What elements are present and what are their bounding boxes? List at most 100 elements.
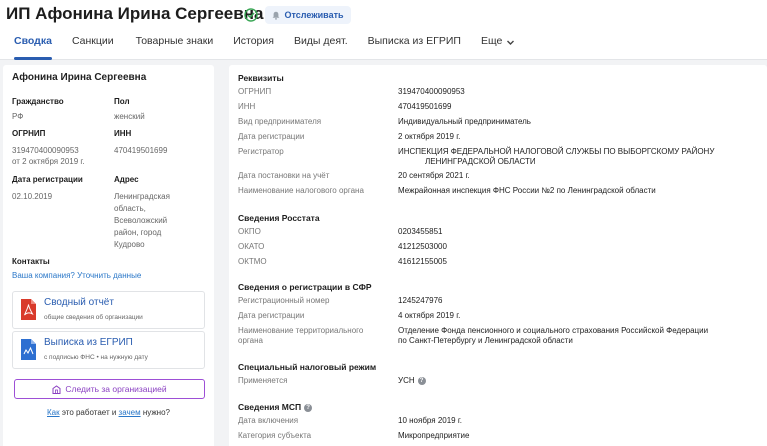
address-line: район, город	[114, 228, 162, 237]
how-text-end: нужно?	[140, 408, 170, 417]
tab-label: Санкции	[71, 35, 114, 47]
tab-summary[interactable]: Сводка	[14, 32, 52, 60]
ogrnip-value: 319470400090953	[398, 87, 465, 96]
address-label: Адрес	[114, 175, 139, 184]
ogrnip-date: от 2 октября 2019 г.	[12, 157, 85, 166]
sfr-authority-value-line2: по Санкт-Петербургу и Ленинградской обла…	[398, 336, 573, 345]
address-line: область,	[114, 204, 146, 213]
registration-date-value: 2 октября 2019 г.	[398, 132, 461, 141]
page-header: ИП Афонина Ирина Сергеевна Отслеживать С…	[0, 0, 767, 60]
summary-report-subtitle: общие сведения об организации	[44, 314, 143, 321]
clarify-data-link[interactable]: Ваша компания? Уточнить данные	[12, 271, 141, 280]
sfr-date-value: 4 октября 2019 г.	[398, 311, 461, 320]
bell-icon	[273, 11, 280, 20]
tax-regime-value: УСН	[398, 376, 415, 385]
page-title: ИП Афонина Ирина Сергеевна	[6, 4, 264, 23]
contacts-label: Контакты	[12, 257, 50, 266]
msp-title: Сведения МСП	[238, 402, 302, 412]
tab-egrip-extract[interactable]: Выписка из ЕГРИП	[368, 32, 461, 60]
help-icon[interactable]: ?	[304, 403, 313, 412]
msp-category-value: Микропредприятие	[398, 431, 470, 440]
field-label: ОГРНИП	[238, 87, 272, 96]
help-icon[interactable]: ?	[417, 376, 426, 385]
tab-history[interactable]: История	[233, 32, 274, 60]
field-label: ОКТМО	[238, 257, 267, 266]
field-label: Категория субъекта	[238, 431, 312, 440]
tax-authority-value: Межрайонная инспекция ФНС России №2 по Л…	[398, 186, 656, 195]
regdate-value: 02.10.2019	[12, 192, 53, 201]
summary-report-card[interactable]: Сводный отчёт общие сведения об организа…	[12, 291, 205, 329]
tab-label: Выписка из ЕГРИП	[367, 35, 461, 47]
sfr-title: Сведения о регистрации в СФР	[238, 282, 372, 292]
sfr-number-value: 1245247976	[398, 296, 443, 305]
tab-trademarks[interactable]: Товарные знаки	[136, 32, 214, 60]
tab-sanctions[interactable]: Санкции	[72, 32, 114, 60]
field-label: Вид предпринимателя	[238, 117, 322, 126]
msp-title-row: Сведения МСП?	[238, 402, 313, 412]
requisites-title: Реквизиты	[238, 73, 284, 83]
registrar-value: ИНСПЕКЦИЯ ФЕДЕРАЛЬНОЙ НАЛОГОВОЙ СЛУЖБЫ П…	[398, 147, 715, 156]
tax-regime-value-row: УСН?	[398, 376, 426, 386]
how-link[interactable]: Как	[47, 408, 60, 417]
sex-label: Пол	[114, 97, 130, 106]
tab-activities[interactable]: Виды деят.	[294, 32, 348, 60]
field-label: Применяется	[238, 376, 288, 385]
regdate-label: Дата регистрации	[12, 175, 83, 184]
ogrnip-value: 319470400090953	[12, 146, 79, 155]
tab-label: Товарные знаки	[135, 35, 214, 47]
company-card: Афонина Ирина Сергеевна Гражданство РФ П…	[3, 65, 214, 446]
address-line: Кудрово	[114, 240, 145, 249]
sfr-authority-value: Отделение Фонда пенсионного и социальног…	[398, 326, 709, 335]
field-label: Наименование налогового органа	[238, 186, 364, 195]
egrip-extract-subtitle: с подписью ФНС • на нужную дату	[44, 354, 148, 361]
okpo-value: 0203455851	[398, 227, 443, 236]
tab-label: Виды деят.	[293, 35, 348, 47]
tax-regime-title: Специальный налоговый режим	[238, 362, 377, 372]
why-link[interactable]: зачем	[119, 408, 141, 417]
verified-check-icon	[244, 8, 258, 22]
how-it-works-line: Как это работает и зачем нужно?	[3, 408, 214, 417]
tab-bar: Сводка Санкции Товарные знаки История Ви…	[0, 32, 515, 60]
track-button-label: Отслеживать	[284, 10, 344, 20]
field-label: ОКАТО	[238, 242, 265, 251]
tab-label: Сводка	[14, 35, 52, 47]
inn-value: 470419501699	[114, 146, 168, 155]
inn-value: 470419501699	[398, 102, 452, 111]
field-label: ОКПО	[238, 227, 261, 236]
follow-organization-label: Следить за организацией	[65, 384, 167, 394]
oktmo-value: 41612155005	[398, 257, 447, 266]
rosstat-title: Сведения Росстата	[238, 213, 320, 223]
field-label: Дата включения	[238, 416, 299, 425]
field-label: Дата регистрации	[238, 132, 305, 141]
egrip-extract-card[interactable]: Выписка из ЕГРИП с подписью ФНС • на нуж…	[12, 331, 205, 369]
follow-organization-button[interactable]: Следить за организацией	[14, 379, 205, 399]
how-text: это работает и	[59, 408, 119, 417]
field-label: ИНН	[238, 102, 256, 111]
person-name: Афонина Ирина Сергеевна	[12, 72, 147, 83]
pdf-icon	[21, 299, 36, 320]
tax-registration-date-value: 20 сентября 2021 г.	[398, 171, 470, 180]
inn-label: ИНН	[114, 129, 132, 138]
tab-label: История	[233, 35, 274, 47]
field-label: Регистрационный номер	[238, 296, 330, 305]
tab-label: Еще	[480, 35, 503, 47]
tab-more[interactable]: Еще	[481, 32, 515, 60]
citizenship-value: РФ	[12, 112, 24, 121]
field-label-line2: органа	[238, 336, 263, 345]
citizenship-label: Гражданство	[12, 97, 64, 106]
track-button[interactable]: Отслеживать	[265, 6, 351, 24]
summary-report-title: Сводный отчёт	[44, 297, 114, 308]
signed-document-icon	[21, 339, 36, 360]
entrepreneur-type-value: Индивидуальный предприниматель	[398, 117, 531, 126]
msp-inclusion-date-value: 10 ноября 2019 г.	[398, 416, 462, 425]
building-icon	[52, 384, 61, 394]
address-line: Всеволожский	[114, 216, 168, 225]
field-label: Наименование территориального	[238, 326, 364, 335]
ogrnip-label: ОГРНИП	[12, 129, 46, 138]
okato-value: 41212503000	[398, 242, 447, 251]
address-line: Ленинградская	[114, 192, 170, 201]
field-label: Дата постановки на учёт	[238, 171, 330, 180]
registrar-value-line2: ЛЕНИНГРАДСКОЙ ОБЛАСТИ	[425, 157, 536, 166]
field-label: Дата регистрации	[238, 311, 305, 320]
field-label: Регистратор	[238, 147, 284, 156]
